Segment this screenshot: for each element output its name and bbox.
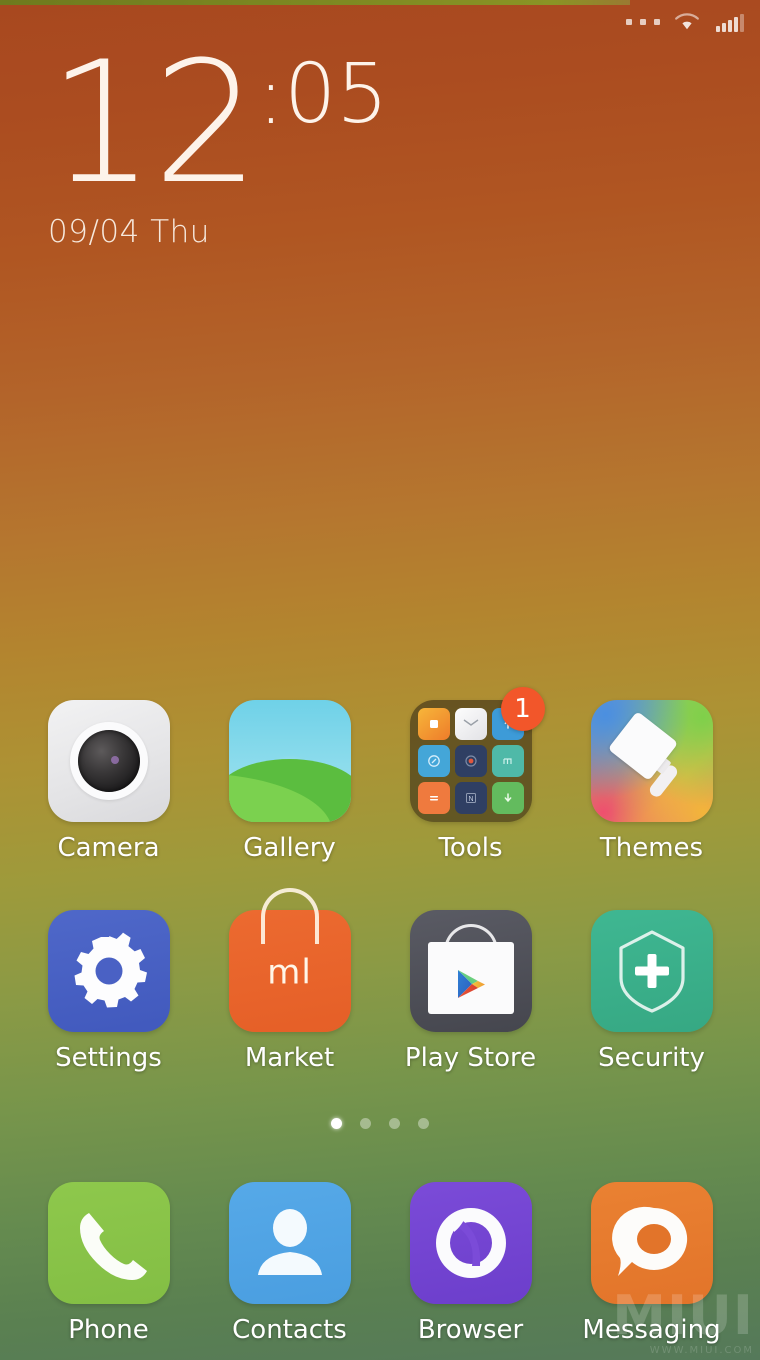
app-camera[interactable]: Camera (29, 700, 189, 863)
dock-row: Phone Contacts Browser Messaging (0, 1182, 760, 1345)
camera-lens-glint (110, 756, 119, 765)
app-gallery[interactable]: Gallery (210, 700, 370, 863)
app-row-1: Camera Gallery N 1 Tools Themes (0, 687, 760, 863)
mini-compass-icon (417, 745, 450, 777)
speech-bubble-icon (611, 1206, 687, 1276)
page-indicator[interactable] (0, 1118, 760, 1129)
mi-market-icon[interactable]: ml (228, 888, 351, 1032)
gallery-icon[interactable] (228, 700, 351, 822)
clock-hours: 12 (48, 25, 260, 221)
wifi-icon (674, 12, 700, 32)
app-browser[interactable]: Browser (391, 1182, 551, 1345)
app-label-browser: Browser (417, 1315, 524, 1345)
google-play-triangle-icon (457, 970, 485, 998)
handset-icon (79, 1213, 147, 1280)
app-market[interactable]: ml Market (210, 888, 370, 1073)
mini-music-icon (491, 745, 524, 777)
page-dot-4[interactable] (418, 1118, 429, 1129)
mini-calculator-icon (417, 782, 450, 814)
signal-bars-icon (714, 12, 744, 32)
messaging-bubble-icon[interactable] (590, 1182, 713, 1304)
app-label-settings: Settings (55, 1043, 162, 1073)
phone-handset-icon[interactable] (47, 1182, 170, 1304)
watermark-subtitle: WWW.MIUI.COM (649, 1345, 754, 1356)
themes-icon[interactable] (590, 700, 713, 822)
home-screen: 12 : 05 09/04 Thu Camera Gallery N 1 Too… (0, 0, 760, 1360)
camera-lens (77, 730, 140, 792)
svg-text:N: N (468, 796, 473, 803)
play-store-icon[interactable] (409, 910, 532, 1032)
app-tools-folder[interactable]: N 1 Tools (391, 687, 551, 863)
mini-notes-icon (417, 708, 450, 740)
app-label-contacts: Contacts (232, 1315, 347, 1345)
app-play-store[interactable]: Play Store (391, 910, 551, 1073)
swirl-icon (435, 1208, 506, 1278)
camera-icon[interactable] (47, 700, 170, 822)
clock-minutes: 05 (284, 47, 389, 142)
gear-icon (74, 932, 147, 1008)
app-label-phone: Phone (68, 1315, 149, 1345)
clock-time: 12 : 05 (48, 25, 389, 221)
app-label-gallery: Gallery (243, 833, 336, 863)
tools-folder-icon[interactable]: N 1 (409, 687, 545, 822)
app-security[interactable]: Security (572, 910, 732, 1073)
app-label-security: Security (598, 1043, 705, 1073)
page-dot-1[interactable] (331, 1118, 342, 1129)
app-phone[interactable]: Phone (29, 1182, 189, 1345)
app-themes[interactable]: Themes (572, 700, 732, 863)
security-shield-icon[interactable] (590, 910, 713, 1032)
app-label-play-store: Play Store (404, 1043, 537, 1073)
app-label-themes: Themes (599, 833, 704, 863)
app-row-2: Settings ml Market Play Store Security (0, 888, 760, 1073)
clock-widget[interactable]: 12 : 05 09/04 Thu (48, 25, 389, 249)
person-icon (257, 1209, 322, 1275)
browser-swirl-icon[interactable] (409, 1182, 532, 1304)
clock-separator: : (257, 52, 285, 142)
app-messaging[interactable]: Messaging (572, 1182, 732, 1345)
shield-icon (618, 930, 685, 1013)
mini-recorder-icon (454, 745, 487, 777)
app-settings[interactable]: Settings (29, 910, 189, 1073)
market-mi-logo: ml (267, 952, 312, 993)
more-dots-icon (626, 19, 660, 25)
app-label-camera: Camera (57, 833, 160, 863)
mini-notebook-icon: N (454, 782, 487, 814)
mini-mail-icon (454, 708, 487, 740)
app-label-messaging: Messaging (582, 1315, 721, 1345)
app-contacts[interactable]: Contacts (210, 1182, 370, 1345)
market-bag-handle (260, 888, 319, 944)
app-label-tools: Tools (438, 833, 503, 863)
settings-gear-icon[interactable] (47, 910, 170, 1032)
mini-downloads-icon (491, 782, 524, 814)
app-label-market: Market (244, 1043, 335, 1073)
page-dot-2[interactable] (360, 1118, 371, 1129)
page-dot-3[interactable] (389, 1118, 400, 1129)
tools-badge-count: 1 (500, 687, 545, 731)
contacts-person-icon[interactable] (228, 1182, 351, 1304)
